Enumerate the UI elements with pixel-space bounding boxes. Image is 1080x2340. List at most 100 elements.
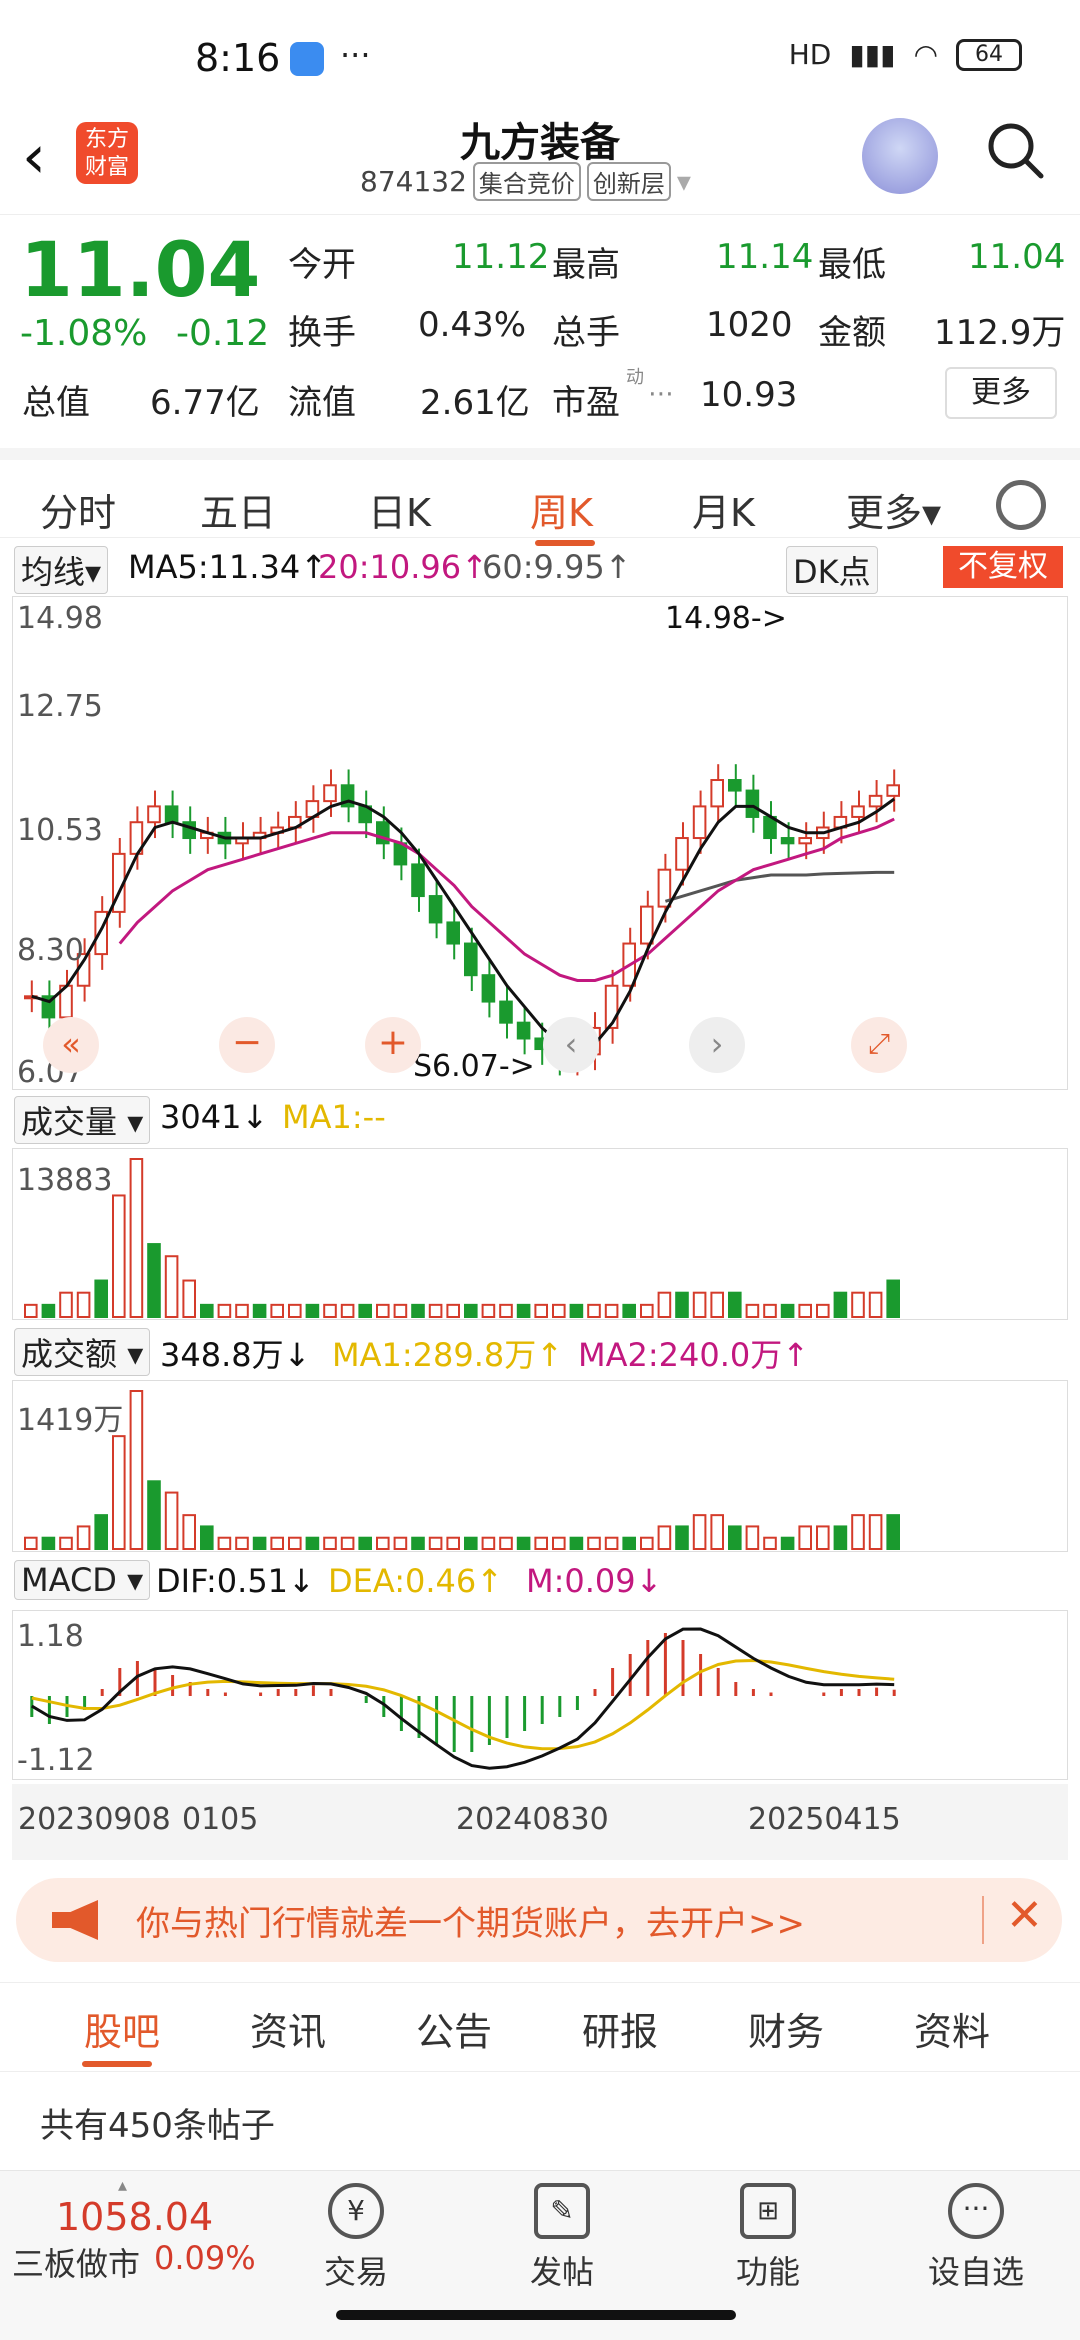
wifi-icon: ◠ — [913, 38, 938, 71]
fullscreen-icon[interactable]: ⤢ — [851, 1017, 907, 1073]
amount-bar — [446, 1536, 460, 1550]
macd-legend: MACD ▾ DIF:0.51↓ DEA:0.46↑ M:0.09↓ — [0, 1558, 1080, 1602]
nav-add-watchlist[interactable]: ··· 设自选 — [906, 2183, 1046, 2293]
tab-profile[interactable]: 资料 — [914, 2001, 990, 2056]
amount-bar — [481, 1536, 496, 1550]
tab-news[interactable]: 资讯 — [250, 2001, 326, 2056]
amount-svg — [24, 1390, 901, 1551]
amount-bar — [675, 1525, 689, 1551]
speaker-icon — [52, 1900, 98, 1940]
tab-five-day[interactable]: 五日 — [200, 482, 276, 537]
amount-bar — [217, 1536, 232, 1550]
candle — [780, 837, 795, 845]
futures-ad-banner[interactable]: 你与热门行情就差一个期货账户，去开户>> ✕ — [16, 1878, 1062, 1962]
kline-chart[interactable]: 14.98 12.75 10.53 8.30 6.07 14.98-> S6.0… — [12, 596, 1068, 1090]
tab-intraday[interactable]: 分时 — [40, 482, 116, 537]
status-time: 8:16 — [195, 36, 281, 80]
amount-bar — [200, 1525, 214, 1551]
amount-bar — [182, 1514, 196, 1550]
volume-bar — [24, 1303, 38, 1319]
scroll-forward-icon[interactable]: › — [689, 1017, 745, 1073]
zoom-out-icon[interactable]: − — [219, 1017, 275, 1073]
close-icon[interactable]: ✕ — [1006, 1890, 1043, 1941]
zoom-in-icon[interactable]: + — [365, 1017, 421, 1073]
date-3: 20240830 — [456, 1802, 609, 1837]
candle — [516, 1021, 531, 1040]
volume-bar — [569, 1303, 584, 1319]
volume-bar — [129, 1158, 144, 1318]
pe-info-icon[interactable]: ⋯ — [648, 379, 674, 409]
gear-icon[interactable] — [996, 480, 1046, 530]
banner-text[interactable]: 你与热门行情就差一个期货账户，去开户>> — [136, 1896, 805, 1945]
scroll-left-icon[interactable]: « — [43, 1017, 99, 1073]
high-label: 最高 — [552, 245, 620, 285]
more-quote-button[interactable]: 更多 — [945, 367, 1057, 419]
volume-bar — [340, 1303, 355, 1319]
amount-bar — [288, 1536, 302, 1550]
amount-select[interactable]: 成交额 ▾ — [14, 1328, 151, 1376]
amount-bar — [657, 1525, 672, 1551]
volume-bar — [147, 1243, 161, 1318]
candle — [164, 805, 179, 824]
amount-label: 金额 — [818, 313, 886, 353]
expand-caret-icon[interactable]: ▴ — [118, 2175, 127, 2196]
period-tabs: 分时 五日 日K 周K 月K 更多▾ — [0, 448, 1080, 546]
volume-bar — [516, 1303, 531, 1319]
amount-bar — [41, 1536, 56, 1550]
tab-announcements[interactable]: 公告 — [416, 2001, 492, 2056]
amount-bar — [569, 1536, 584, 1550]
volume-bar — [886, 1279, 901, 1319]
nav-functions[interactable]: ⊞ 功能 — [698, 2183, 838, 2293]
amount-bar — [393, 1536, 408, 1550]
search-icon[interactable] — [985, 120, 1045, 180]
index-name[interactable]: 三板做市 — [12, 2239, 140, 2285]
nav-trade-label: 交易 — [323, 2253, 388, 2291]
tab-forum[interactable]: 股吧 — [84, 2001, 160, 2056]
tab-daily-k[interactable]: 日K — [368, 482, 431, 537]
robot-assistant-icon[interactable] — [862, 118, 938, 194]
amount-bar — [323, 1536, 337, 1550]
trading-mode-tag: 集合竞价 — [472, 162, 581, 201]
amount-bar — [868, 1514, 883, 1550]
volume-bar — [728, 1291, 742, 1318]
tab-research[interactable]: 研报 — [582, 2001, 658, 2056]
float-cap-label: 流值 — [288, 383, 356, 423]
nav-add-watchlist-label: 设自选 — [927, 2253, 1024, 2291]
indicator-select[interactable]: 均线▾ — [14, 546, 109, 594]
volume-label: 总手 — [552, 313, 620, 353]
tab-more[interactable]: 更多▾ — [846, 482, 941, 537]
volume-bar — [745, 1303, 760, 1319]
tab-monthly-k[interactable]: 月K — [692, 482, 755, 537]
volume-bar — [780, 1303, 795, 1319]
macd-title: MACD — [21, 1561, 117, 1599]
volume-chart[interactable]: 13883 — [12, 1148, 1068, 1320]
volume-bar — [464, 1303, 478, 1319]
volume-bar — [252, 1303, 267, 1319]
amount-chart[interactable]: 1419万 — [12, 1380, 1068, 1552]
macd-select[interactable]: MACD ▾ — [14, 1560, 151, 1600]
nav-post[interactable]: ✎ 发帖 — [492, 2183, 632, 2293]
nav-trade[interactable]: ¥ 交易 — [286, 2183, 426, 2293]
macd-chart[interactable]: 1.18 -1.12 — [12, 1610, 1068, 1780]
candle — [798, 837, 813, 845]
macd-ytop: 1.18 — [17, 1619, 84, 1654]
index-value[interactable]: 1058.04 — [56, 2195, 213, 2239]
turnover-value: 0.43% — [418, 305, 527, 345]
candle — [692, 805, 707, 840]
banner-divider — [982, 1896, 984, 1944]
volume-bar — [851, 1291, 865, 1318]
volume-select[interactable]: 成交量 ▾ — [14, 1096, 151, 1144]
amount-bar — [94, 1514, 109, 1550]
tab-weekly-k[interactable]: 周K — [530, 482, 593, 537]
volume-bar — [41, 1303, 56, 1319]
index-percent[interactable]: 0.09% — [154, 2239, 256, 2277]
no-adjust-button[interactable]: 不复权 — [943, 546, 1063, 588]
dk-point-toggle[interactable]: DK点 — [786, 546, 878, 594]
tab-finance[interactable]: 财务 — [748, 2001, 824, 2056]
edit-icon: ✎ — [534, 2183, 590, 2239]
volume-bar — [94, 1279, 109, 1319]
scroll-back-icon[interactable]: ‹ — [543, 1017, 599, 1073]
stock-subtitle[interactable]: 874132 集合竞价 创新层 ▾ — [360, 162, 691, 201]
volume-svg — [24, 1158, 901, 1319]
volume-bar — [411, 1303, 425, 1319]
